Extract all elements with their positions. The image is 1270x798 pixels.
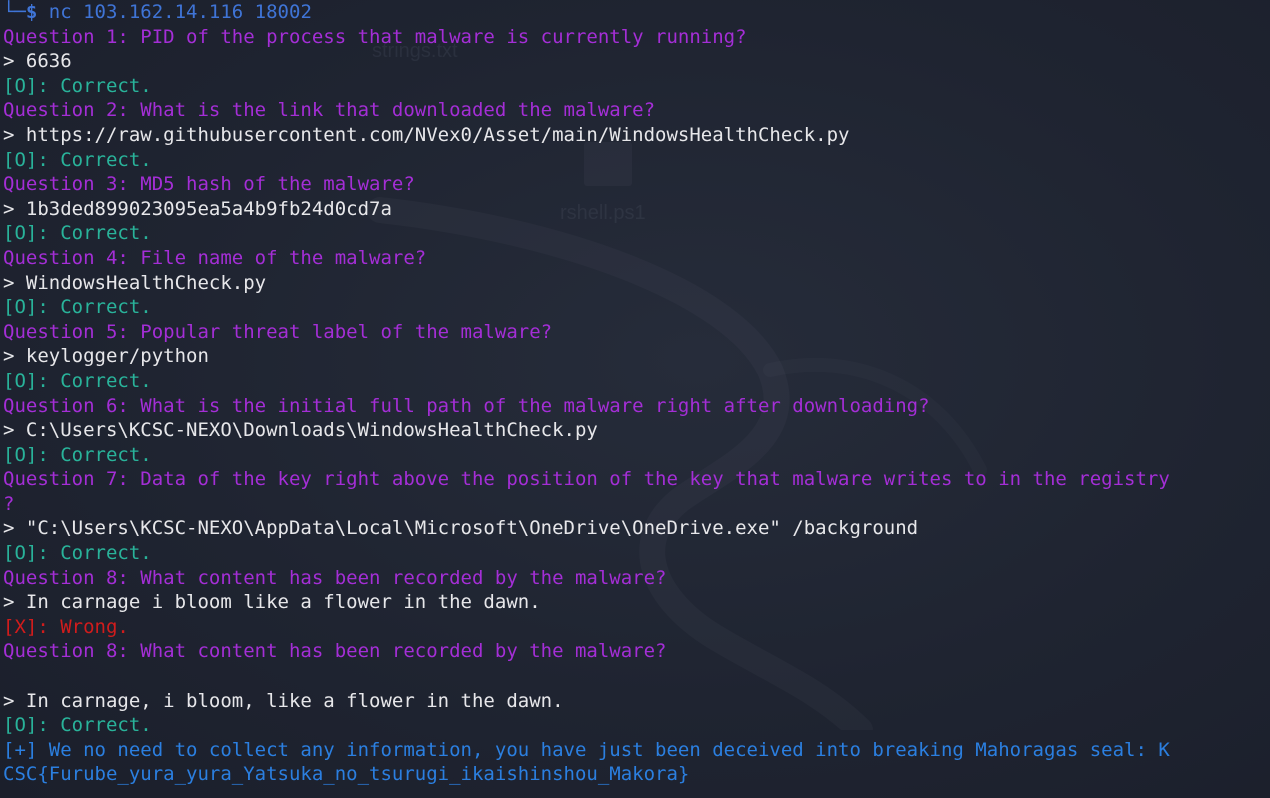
correct-line: [O]: Correct. [3, 296, 152, 319]
answer-line: > 6636 [3, 50, 72, 73]
answer-line: > In carnage, i bloom, like a flower in … [3, 689, 564, 712]
command-text: nc 103.162.14.116 18002 [37, 1, 312, 23]
question-line: Question 4: File name of the malware? [3, 246, 427, 269]
wrong-line: [X]: Wrong. [3, 615, 129, 638]
answer-line: > In carnage i bloom like a flower in th… [3, 591, 541, 614]
correct-line: [O]: Correct. [3, 222, 152, 245]
question-line: Question 3: MD5 hash of the malware? [3, 173, 415, 196]
answer-line: > WindowsHealthCheck.py [3, 271, 267, 294]
terminal-output[interactable]: └─$ nc 103.162.14.116 18002 Question 1: … [3, 0, 1269, 787]
question-line: Question 5: Popular threat label of the … [3, 320, 553, 343]
correct-line: [O]: Correct. [3, 542, 152, 565]
answer-line: > https://raw.githubusercontent.com/NVex… [3, 123, 850, 146]
question-line: Question 8: What content has been record… [3, 640, 667, 663]
correct-line: [O]: Correct. [3, 369, 152, 392]
prompt-corner: └─ [3, 1, 26, 23]
question-line: Question 6: What is the initial full pat… [3, 394, 930, 417]
answer-line: > C:\Users\KCSC-NEXO\Downloads\WindowsHe… [3, 419, 598, 442]
correct-line: [O]: Correct. [3, 148, 152, 171]
question-line: Question 2: What is the link that downlo… [3, 99, 656, 122]
flag-line: [+] We no need to collect any informatio… [3, 738, 1170, 761]
question-line: Question 8: What content has been record… [3, 566, 667, 589]
correct-line: [O]: Correct. [3, 74, 152, 97]
question-line-wrap: ? [3, 492, 15, 515]
flag-line: CSC{Furube_yura_yura_Yatsuka_no_tsurugi_… [3, 763, 690, 786]
prompt-line: └─$ nc 103.162.14.116 18002 [3, 0, 1269, 25]
answer-line: > "C:\Users\KCSC-NEXO\AppData\Local\Micr… [3, 517, 919, 540]
question-line: Question 1: PID of the process that malw… [3, 25, 747, 48]
prompt-symbol: $ [25, 1, 38, 23]
question-line: Question 7: Data of the key right above … [3, 468, 1170, 491]
correct-line: [O]: Correct. [3, 443, 152, 466]
correct-line: [O]: Correct. [3, 714, 152, 737]
terminal-window[interactable]: strings.txt rshell.ps1 └─$ nc 103.162.14… [0, 0, 1270, 798]
answer-line: > keylogger/python [3, 345, 209, 368]
answer-line: > 1b3ded899023095ea5a4b9fb24d0cd7a [3, 197, 392, 220]
